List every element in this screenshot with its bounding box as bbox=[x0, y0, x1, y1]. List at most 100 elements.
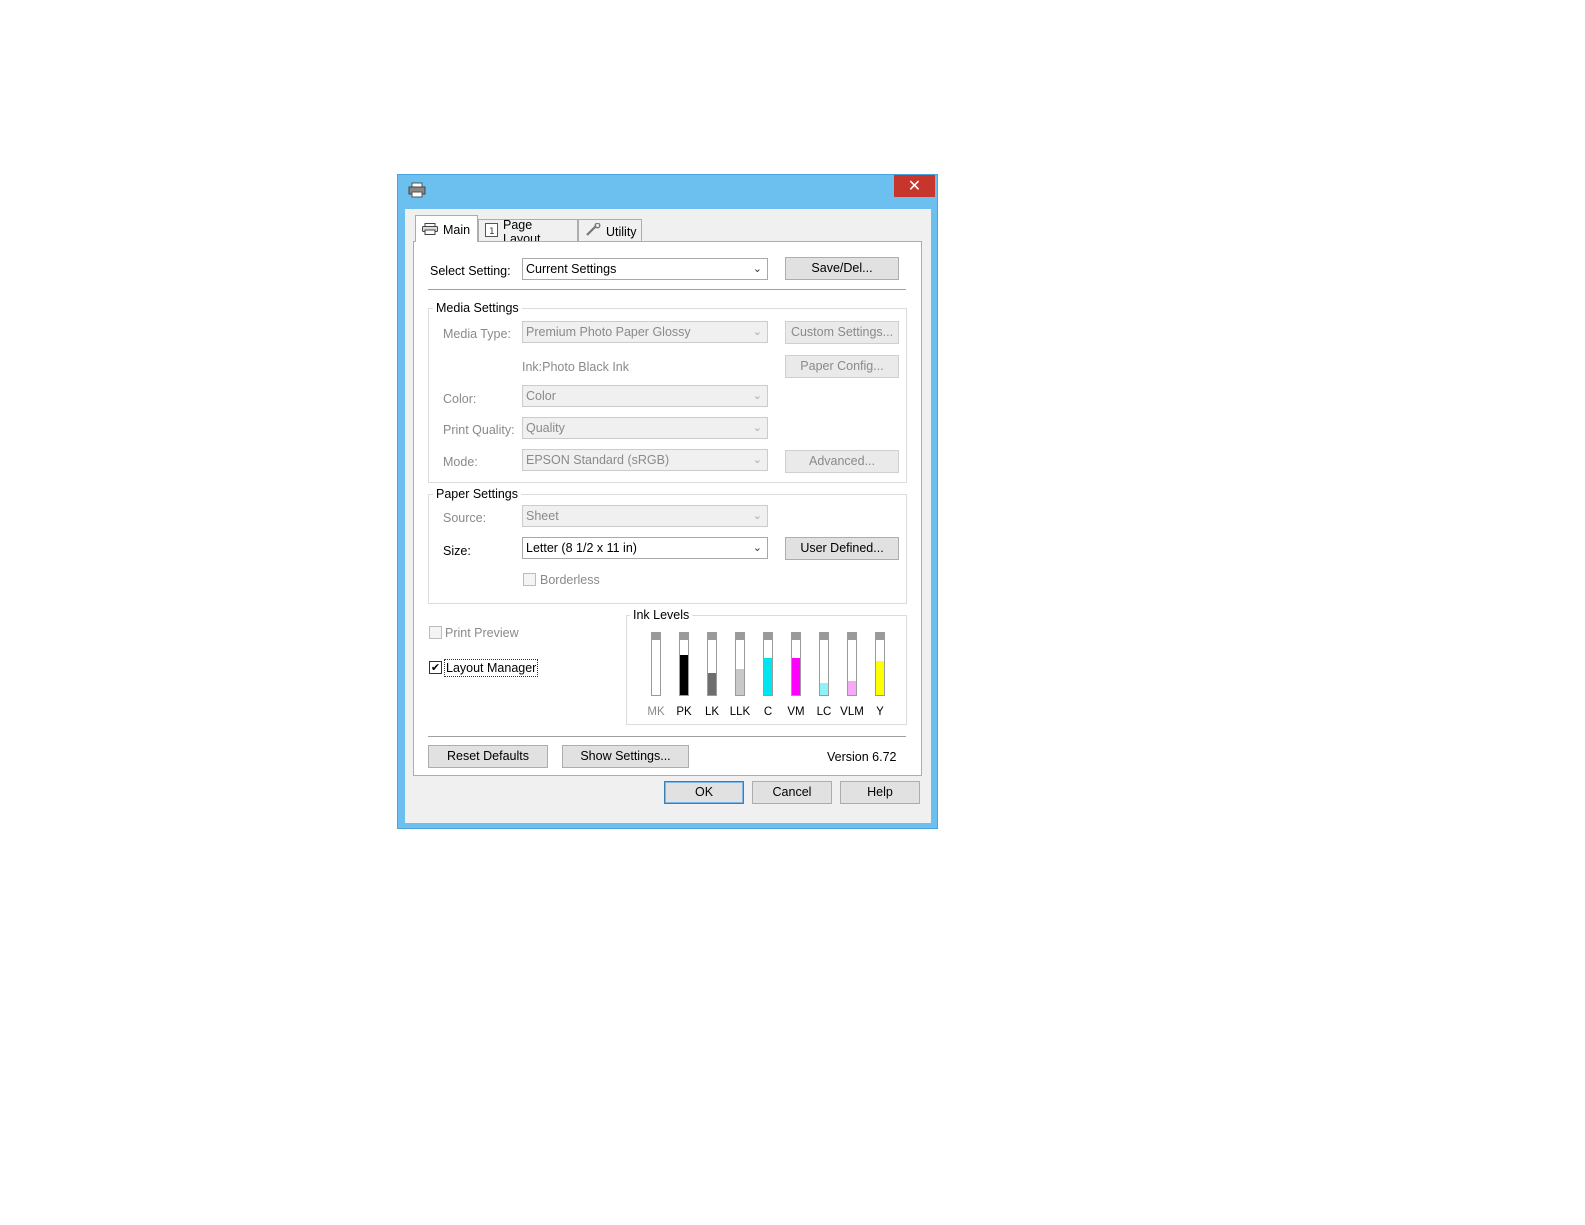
save-del-button[interactable]: Save/Del... bbox=[785, 257, 899, 280]
ink-label-c: C bbox=[763, 706, 773, 718]
ok-button[interactable]: OK bbox=[664, 781, 744, 804]
ink-tank-llk bbox=[735, 632, 745, 696]
ink-label-lc: LC bbox=[816, 706, 832, 718]
page-icon: 1 bbox=[485, 223, 498, 240]
mode-value: EPSON Standard (sRGB) bbox=[526, 453, 670, 467]
ink-tank-cap bbox=[848, 633, 856, 640]
separator bbox=[428, 289, 906, 290]
main-tab-panel: Select Setting: Current Settings ⌄ Save/… bbox=[413, 241, 922, 776]
ink-tank-cap bbox=[876, 633, 884, 640]
ink-fill bbox=[792, 657, 800, 695]
media-type-value: Premium Photo Paper Glossy bbox=[526, 325, 691, 339]
borderless-label: Borderless bbox=[540, 573, 600, 587]
ink-label-llk: LLK bbox=[729, 706, 751, 718]
select-setting-dropdown[interactable]: Current Settings ⌄ bbox=[522, 258, 768, 280]
color-label: Color: bbox=[443, 392, 477, 406]
ink-tank-cap bbox=[764, 633, 772, 640]
ink-fill bbox=[680, 654, 688, 695]
ink-levels-title: Ink Levels bbox=[630, 608, 693, 622]
version-text: Version 6.72 bbox=[827, 750, 897, 764]
chevron-down-icon: ⌄ bbox=[752, 389, 762, 402]
svg-text:1: 1 bbox=[489, 227, 495, 237]
ink-tank-cap bbox=[708, 633, 716, 640]
color-dropdown[interactable]: Color ⌄ bbox=[522, 385, 768, 407]
chevron-down-icon: ⌄ bbox=[752, 453, 762, 466]
wrench-icon bbox=[585, 222, 601, 240]
ink-tank-cap bbox=[792, 633, 800, 640]
layout-manager-label: Layout Manager bbox=[444, 659, 539, 677]
layout-manager-checkbox[interactable]: ✔ bbox=[429, 661, 442, 674]
ink-tank-lc bbox=[819, 632, 829, 696]
ink-fill bbox=[708, 673, 716, 695]
close-button[interactable]: ✕ bbox=[894, 175, 935, 197]
print-quality-dropdown[interactable]: Quality ⌄ bbox=[522, 417, 768, 439]
advanced-button[interactable]: Advanced... bbox=[785, 450, 899, 473]
ink-tank-pk bbox=[679, 632, 689, 696]
ink-fill bbox=[736, 668, 744, 695]
ink-fill bbox=[876, 660, 884, 695]
mode-dropdown[interactable]: EPSON Standard (sRGB) ⌄ bbox=[522, 449, 768, 471]
dialog-client: Main 1 Page Layout Utility Select Settin… bbox=[405, 209, 931, 823]
tab-label: Utility bbox=[606, 224, 637, 239]
ink-levels-chart: MK PK LK LLK C VM LC VLM Y bbox=[636, 632, 906, 722]
source-dropdown[interactable]: Sheet ⌄ bbox=[522, 505, 768, 527]
custom-settings-button[interactable]: Custom Settings... bbox=[785, 321, 899, 344]
ink-fill bbox=[848, 681, 856, 695]
size-dropdown[interactable]: Letter (8 1/2 x 11 in) ⌄ bbox=[522, 537, 768, 559]
size-label: Size: bbox=[443, 544, 471, 558]
checkmark-icon: ✔ bbox=[430, 661, 441, 674]
ink-label-mk: MK bbox=[647, 706, 665, 718]
media-type-dropdown[interactable]: Premium Photo Paper Glossy ⌄ bbox=[522, 321, 768, 343]
ink-label-vlm: VLM bbox=[840, 706, 864, 718]
borderless-checkbox[interactable] bbox=[523, 573, 536, 586]
media-settings-title: Media Settings bbox=[433, 301, 522, 315]
close-icon: ✕ bbox=[907, 176, 922, 195]
help-button[interactable]: Help bbox=[840, 781, 920, 804]
chevron-down-icon: ⌄ bbox=[752, 421, 762, 434]
source-value: Sheet bbox=[526, 509, 559, 523]
tab-main[interactable]: Main bbox=[415, 215, 478, 242]
chevron-down-icon: ⌄ bbox=[752, 262, 762, 275]
ink-tank-mk bbox=[651, 632, 661, 696]
show-settings-button[interactable]: Show Settings... bbox=[562, 745, 689, 768]
ink-tank-c bbox=[763, 632, 773, 696]
chevron-down-icon: ⌄ bbox=[752, 509, 762, 522]
ink-tank-cap bbox=[736, 633, 744, 640]
ink-tank-lk bbox=[707, 632, 717, 696]
reset-defaults-button[interactable]: Reset Defaults bbox=[428, 745, 548, 768]
print-quality-label: Print Quality: bbox=[443, 423, 515, 437]
printer-settings-window: ✕ Main 1 Page Layout Utility Select Sett… bbox=[397, 174, 938, 829]
color-value: Color bbox=[526, 389, 556, 403]
ink-type-text: Ink:Photo Black Ink bbox=[522, 360, 630, 374]
print-preview-label: Print Preview bbox=[445, 626, 519, 640]
ink-tank-cap bbox=[820, 633, 828, 640]
chevron-down-icon: ⌄ bbox=[752, 325, 762, 338]
user-defined-button[interactable]: User Defined... bbox=[785, 537, 899, 560]
ink-label-pk: PK bbox=[676, 706, 692, 718]
tab-utility[interactable]: Utility bbox=[578, 219, 642, 241]
ink-tank-cap bbox=[652, 633, 660, 640]
size-value: Letter (8 1/2 x 11 in) bbox=[526, 541, 637, 555]
paper-config-button[interactable]: Paper Config... bbox=[785, 355, 899, 378]
printer-icon bbox=[422, 222, 438, 238]
source-label: Source: bbox=[443, 511, 487, 525]
ink-tank-y bbox=[875, 632, 885, 696]
print-quality-value: Quality bbox=[526, 421, 565, 435]
media-type-label: Media Type: bbox=[443, 327, 511, 341]
mode-label: Mode: bbox=[443, 455, 478, 469]
ink-tank-cap bbox=[680, 633, 688, 640]
ink-label-lk: LK bbox=[704, 706, 720, 718]
ink-label-y: Y bbox=[876, 706, 884, 718]
ink-label-vm: VM bbox=[787, 706, 805, 718]
ink-fill bbox=[764, 657, 772, 695]
print-preview-checkbox[interactable] bbox=[429, 626, 442, 639]
select-setting-label: Select Setting: bbox=[430, 264, 511, 278]
tab-label: Main bbox=[443, 223, 471, 237]
select-setting-value: Current Settings bbox=[526, 262, 617, 276]
separator bbox=[428, 736, 906, 737]
tab-page-layout[interactable]: 1 Page Layout bbox=[478, 218, 578, 246]
cancel-button[interactable]: Cancel bbox=[752, 781, 832, 804]
printer-icon bbox=[408, 182, 426, 198]
ink-tank-vm bbox=[791, 632, 801, 696]
ink-tank-vlm bbox=[847, 632, 857, 696]
